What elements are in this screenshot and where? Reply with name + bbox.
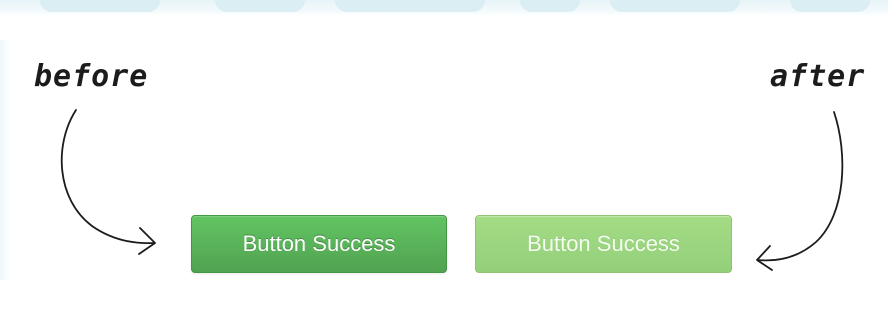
arrow-shaft [757, 111, 844, 262]
banner-shape [790, 0, 870, 12]
curved-arrow-icon [756, 111, 844, 271]
side-tint [0, 40, 10, 280]
button-success-before[interactable]: Button Success [191, 215, 447, 273]
banner-shape [335, 0, 485, 12]
banner-shape [610, 0, 740, 12]
before-label: before [34, 59, 149, 94]
arrow-head [756, 245, 773, 271]
banner-shape [520, 0, 580, 12]
arrow-shaft [60, 109, 155, 245]
banner-shape [215, 0, 305, 12]
after-label: after [770, 59, 866, 94]
top-banner-strip [0, 0, 888, 16]
arrow-head [138, 227, 156, 255]
curved-arrow-icon [60, 109, 156, 255]
button-success-after[interactable]: Button Success [475, 215, 732, 273]
banner-shape [40, 0, 160, 12]
